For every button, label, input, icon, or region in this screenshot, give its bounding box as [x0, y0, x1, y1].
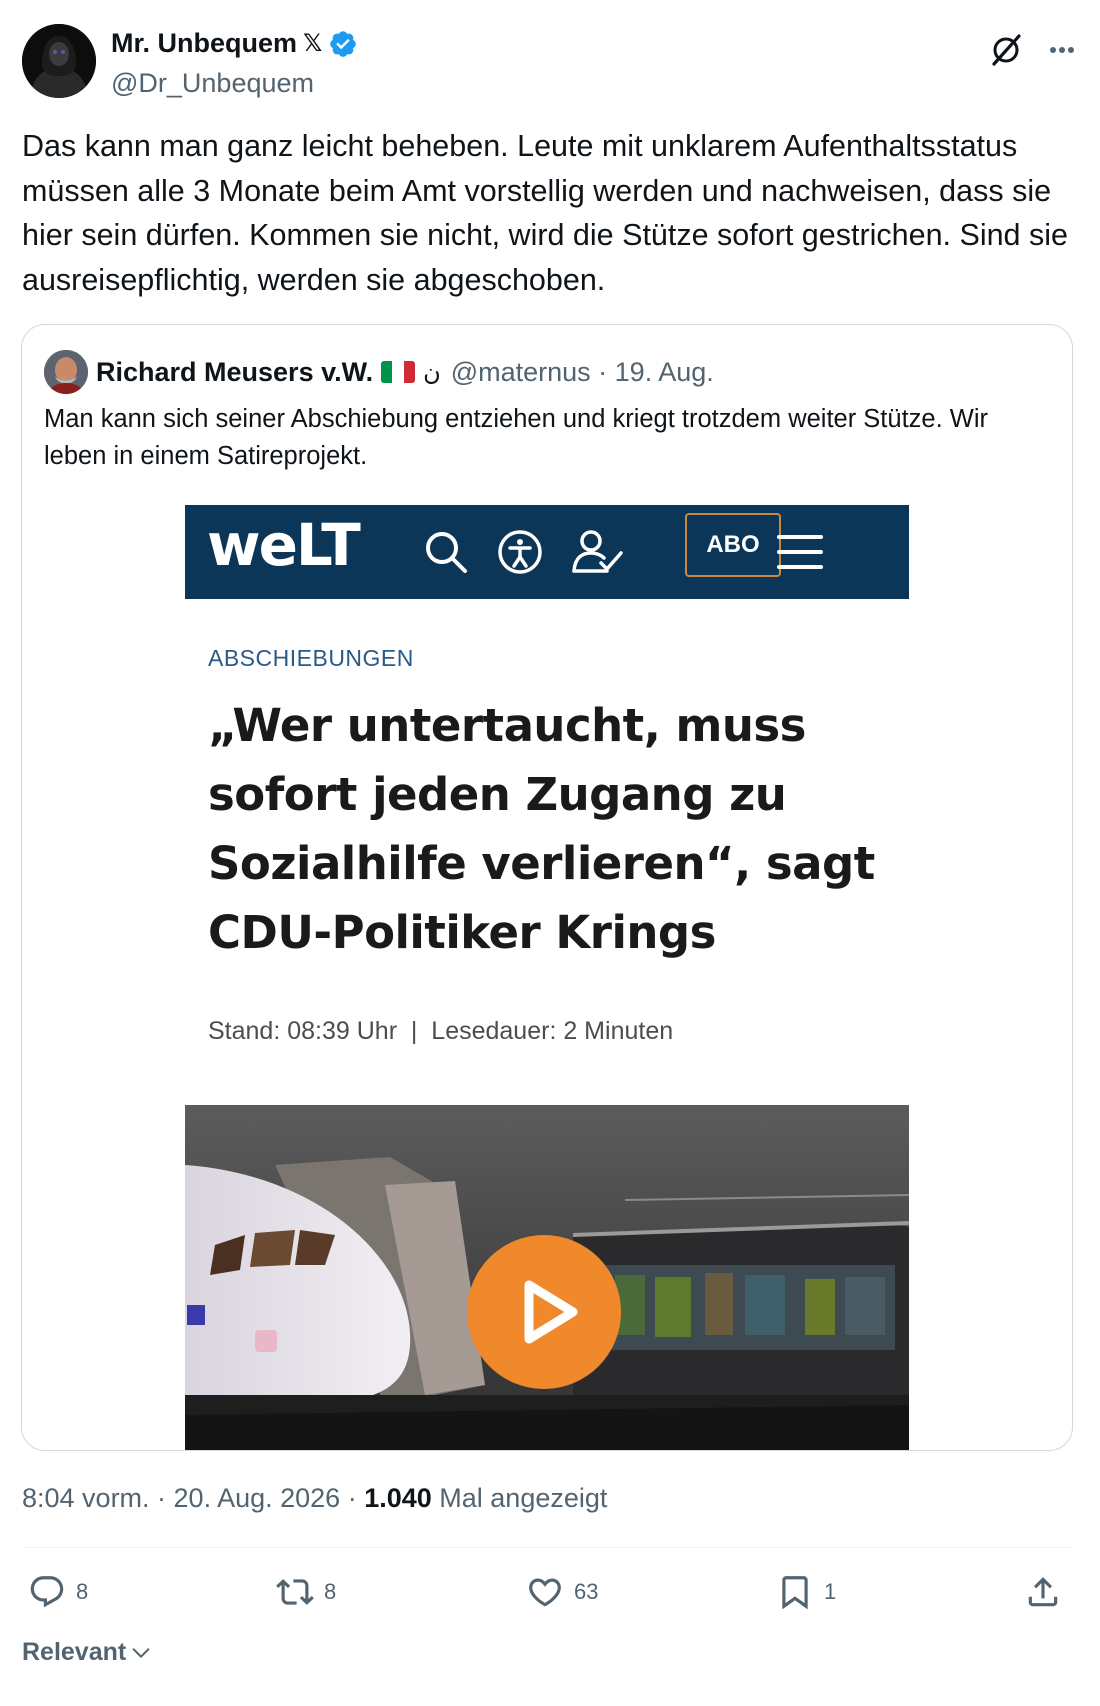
menu-icon — [777, 535, 823, 569]
chevron-down-icon — [132, 1647, 150, 1658]
divider — [22, 1547, 1074, 1548]
welt-logo: weLT — [207, 511, 361, 579]
video-thumbnail[interactable] — [185, 1105, 909, 1450]
share-icon — [1028, 1577, 1058, 1607]
welt-header-bar: weLT ABO — [185, 505, 909, 599]
quoted-tweet-header: Richard Meusers v.W. ن @maternus · 19. A… — [44, 349, 714, 395]
repost-icon — [276, 1579, 314, 1605]
tweet-timestamp[interactable]: 8:04 vorm. · 20. Aug. 2026 · — [22, 1483, 364, 1513]
reply-sort-dropdown[interactable]: Relevant — [22, 1638, 152, 1667]
quoted-author-handle-date[interactable]: @maternus · 19. Aug. — [451, 357, 714, 388]
quoted-author-name[interactable]: Richard Meusers v.W. — [96, 357, 373, 388]
accessibility-icon — [498, 530, 542, 574]
author-name-row: Mr. Unbequem 𝕏 — [111, 28, 358, 59]
quoted-author-avatar[interactable] — [44, 350, 88, 394]
article-meta: Stand: 08:39 Uhr | Lesedauer: 2 Minuten — [208, 1017, 674, 1045]
repost-button[interactable]: 8 — [276, 1570, 336, 1614]
more-options-icon[interactable] — [1042, 30, 1082, 70]
quoted-tweet-card[interactable]: Richard Meusers v.W. ن @maternus · 19. A… — [21, 324, 1073, 1451]
share-button[interactable] — [1024, 1570, 1062, 1614]
verified-badge-icon — [330, 30, 357, 57]
views-label: Mal angezeigt — [431, 1483, 608, 1513]
heart-icon — [529, 1578, 561, 1607]
quoted-tweet-text: Man kann sich seiner Abschiebung entzieh… — [44, 405, 988, 470]
reply-button[interactable]: 8 — [28, 1570, 88, 1614]
tweet-text: Das kann man ganz leicht beheben. Leute … — [22, 129, 1068, 297]
bookmark-count: 1 — [824, 1579, 837, 1604]
author-handle[interactable]: @Dr_Unbequem — [111, 68, 314, 99]
grok-icon[interactable] — [986, 30, 1026, 70]
article-headline: „Wer untertaucht, muss sofort jeden Zuga… — [208, 699, 875, 959]
author-name[interactable]: Mr. Unbequem — [111, 28, 297, 59]
x-premium-icon: 𝕏 — [303, 30, 323, 57]
bookmark-icon — [782, 1576, 808, 1610]
tweet-timestamp-views: 8:04 vorm. · 20. Aug. 2026 · 1.040 Mal a… — [22, 1483, 607, 1514]
bookmark-button[interactable]: 1 — [776, 1570, 836, 1614]
play-button[interactable] — [467, 1235, 621, 1389]
search-icon — [426, 532, 467, 573]
reply-count: 8 — [76, 1579, 89, 1604]
reply-icon — [30, 1576, 64, 1608]
play-icon — [524, 1280, 578, 1344]
quoted-author-symbol: ن — [423, 358, 441, 386]
user-login-icon — [572, 530, 623, 573]
like-button[interactable]: 63 — [526, 1570, 598, 1614]
article-kicker: ABSCHIEBUNGEN — [208, 645, 414, 671]
like-count: 63 — [574, 1579, 599, 1604]
repost-count: 8 — [324, 1579, 337, 1604]
views-count: 1.040 — [364, 1483, 432, 1513]
author-avatar[interactable] — [22, 24, 96, 98]
italy-flag-icon — [381, 361, 416, 383]
abo-button: ABO — [685, 513, 781, 577]
tweet-header: Mr. Unbequem 𝕏 @Dr_Unbequem — [22, 24, 1078, 102]
reply-sort-label: Relevant — [22, 1638, 127, 1666]
